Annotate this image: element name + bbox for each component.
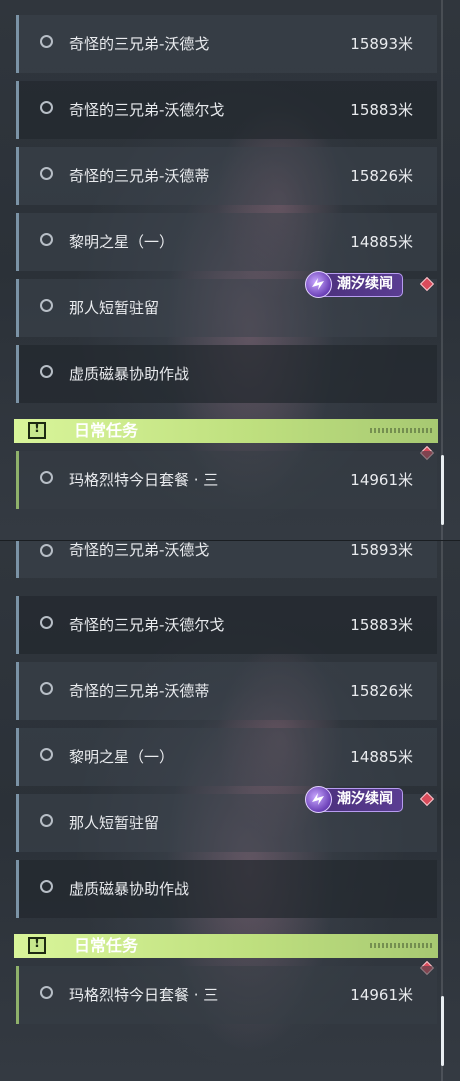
quest-status-circle-icon [40, 35, 53, 48]
quest-item[interactable]: 奇怪的三兄弟-沃德尔戈 15883米 [16, 81, 437, 139]
daily-quest-item[interactable]: 玛格烈特今日套餐 · 三 14961米 [16, 966, 437, 1024]
quest-status-circle-icon [40, 748, 53, 761]
quest-status-circle-icon [40, 101, 53, 114]
quest-name: 那人短暂驻留 [69, 299, 160, 317]
quest-distance: 15883米 [350, 101, 413, 119]
quest-name: 奇怪的三兄弟-沃德戈 [69, 541, 210, 559]
quest-status-circle-icon [40, 233, 53, 246]
tide-event-icon [305, 271, 332, 298]
section-decoration [370, 428, 432, 433]
quest-status-circle-icon [40, 365, 53, 378]
section-header: ! 日常任务 [14, 419, 438, 443]
quest-name: 那人短暂驻留 [69, 814, 160, 832]
quest-name: 奇怪的三兄弟-沃德蒂 [69, 682, 210, 700]
quest-status-circle-icon [40, 299, 53, 312]
quest-status-circle-icon [40, 986, 53, 999]
quest-distance: 15893米 [350, 35, 413, 53]
quest-name: 奇怪的三兄弟-沃德蒂 [69, 167, 210, 185]
event-tag-label: 潮汐续闻 [337, 276, 393, 292]
quest-distance: 14885米 [350, 748, 413, 766]
quest-name: 玛格烈特今日套餐 · 三 [69, 986, 219, 1004]
event-tag-label: 潮汐续闻 [337, 791, 393, 807]
quest-status-circle-icon [40, 616, 53, 629]
quest-status-circle-icon [40, 682, 53, 695]
quest-item[interactable]: 虚质磁暴协助作战 [16, 860, 437, 918]
quest-status-circle-icon [40, 167, 53, 180]
alert-icon: ! [28, 936, 46, 954]
quest-distance: 14885米 [350, 233, 413, 251]
quest-distance: 15826米 [350, 167, 413, 185]
quest-distance: 14961米 [350, 986, 413, 1004]
quest-name: 奇怪的三兄弟-沃德尔戈 [69, 616, 225, 634]
quest-item[interactable]: 奇怪的三兄弟-沃德戈 15893米 [16, 541, 437, 578]
section-decoration [370, 943, 432, 948]
quest-status-circle-icon [40, 471, 53, 484]
quest-name: 黎明之星（一） [69, 748, 175, 766]
event-tag[interactable]: 潮汐续闻 [305, 271, 403, 298]
quest-item[interactable]: 奇怪的三兄弟-沃德蒂 15826米 [16, 147, 437, 205]
quest-name: 虚质磁暴协助作战 [69, 880, 190, 898]
event-tag[interactable]: 潮汐续闻 [305, 786, 403, 813]
scrollbar-thumb[interactable] [441, 996, 444, 1066]
quest-item[interactable]: 奇怪的三兄弟-沃德戈 15893米 [16, 15, 437, 73]
quest-item[interactable]: 奇怪的三兄弟-沃德蒂 15826米 [16, 662, 437, 720]
tide-event-icon [305, 786, 332, 813]
quest-status-circle-icon [40, 880, 53, 893]
quest-name: 玛格烈特今日套餐 · 三 [69, 471, 219, 489]
daily-quest-item[interactable]: 玛格烈特今日套餐 · 三 14961米 [16, 451, 437, 509]
quest-name: 虚质磁暴协助作战 [69, 365, 190, 383]
quest-item[interactable]: 虚质磁暴协助作战 [16, 345, 437, 403]
section-title: 日常任务 [74, 936, 139, 955]
quest-status-circle-icon [40, 544, 53, 557]
quest-name: 黎明之星（一） [69, 233, 175, 251]
quest-distance: 15893米 [350, 541, 413, 559]
scrollbar-thumb[interactable] [441, 455, 444, 525]
alert-icon: ! [28, 421, 46, 439]
section-title: 日常任务 [74, 421, 139, 440]
quest-list-panel: 奇怪的三兄弟-沃德戈 15893米 奇怪的三兄弟-沃德尔戈 15883米 奇怪的… [0, 0, 460, 540]
quest-distance: 15883米 [350, 616, 413, 634]
quest-item[interactable]: 黎明之星（一） 14885米 [16, 213, 437, 271]
section-header: ! 日常任务 [14, 934, 438, 958]
quest-status-circle-icon [40, 814, 53, 827]
quest-distance: 15826米 [350, 682, 413, 700]
quest-distance: 14961米 [350, 471, 413, 489]
quest-item[interactable]: 奇怪的三兄弟-沃德尔戈 15883米 [16, 596, 437, 654]
quest-item[interactable]: 黎明之星（一） 14885米 [16, 728, 437, 786]
quest-name: 奇怪的三兄弟-沃德戈 [69, 35, 210, 53]
quest-name: 奇怪的三兄弟-沃德尔戈 [69, 101, 225, 119]
quest-list-panel: 奇怪的三兄弟-沃德戈 15893米 奇怪的三兄弟-沃德尔戈 15883米 奇怪的… [0, 540, 460, 1081]
